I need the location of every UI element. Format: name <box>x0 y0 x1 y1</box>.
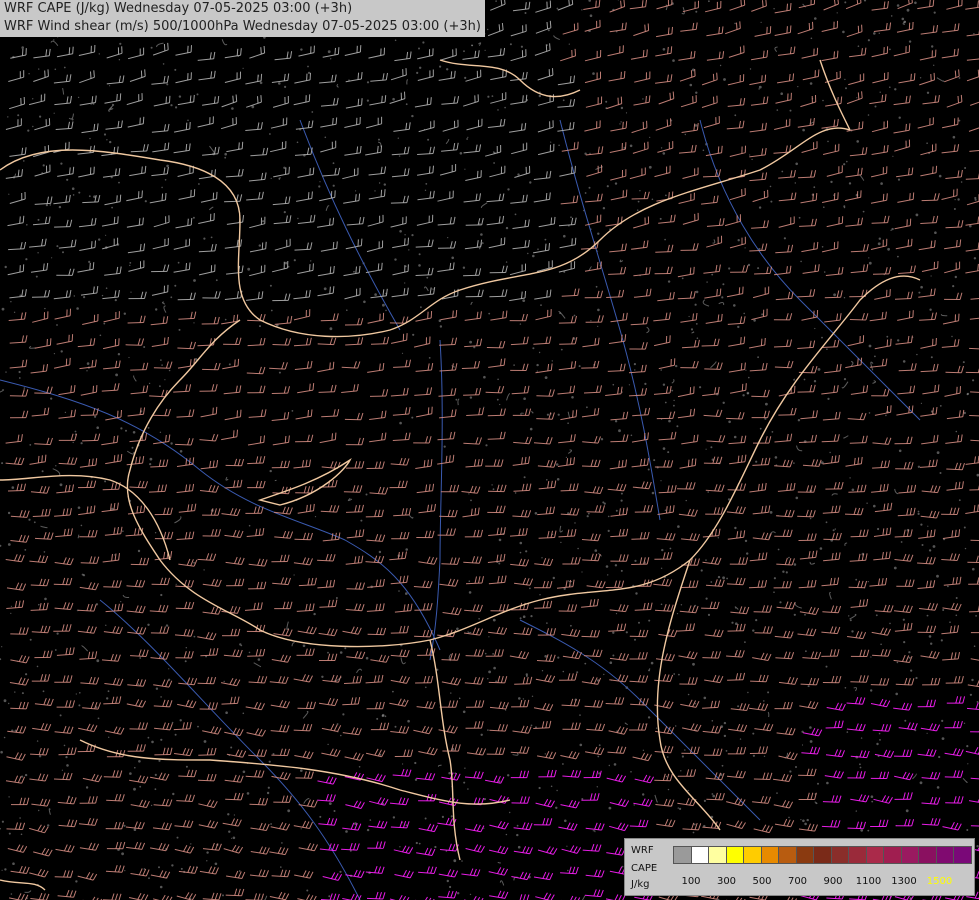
legend-swatch <box>935 846 954 864</box>
legend-swatch <box>760 846 779 864</box>
legend-tick-label: 1100 <box>855 876 882 887</box>
legend-swatch <box>865 846 884 864</box>
legend-swatch <box>900 846 919 864</box>
legend-swatch <box>813 846 832 864</box>
title-cape: WRF CAPE (J/kg) Wednesday 07-05-2025 03:… <box>4 1 353 16</box>
legend-label-wrf: WRF <box>631 845 654 856</box>
country-borders <box>0 59 921 891</box>
legend-tick-label: 1300 <box>891 876 917 887</box>
legend-label-cape: CAPE <box>631 863 658 874</box>
legend-swatch <box>953 846 972 864</box>
legend-swatch <box>795 846 814 864</box>
legend-tick-label: 1500 <box>926 876 953 887</box>
legend-swatch <box>848 846 867 864</box>
map-title-box: WRF CAPE (J/kg) Wednesday 07-05-2025 03:… <box>0 0 485 37</box>
legend-swatch <box>743 846 762 864</box>
legend-swatch <box>708 846 727 864</box>
legend-tick-label: 500 <box>752 876 772 887</box>
legend-swatch <box>673 846 692 864</box>
legend-tick-label: 300 <box>716 876 737 887</box>
legend-swatch <box>778 846 797 864</box>
legend-swatch <box>830 846 849 864</box>
cape-legend: WRF CAPE J/kg 100 300 500 700 900 1100 1300 150… <box>624 838 975 896</box>
legend-swatch <box>918 846 937 864</box>
title-wind-shear: WRF Wind shear (m/s) 500/1000hPa Wednesd… <box>4 19 481 34</box>
legend-tick-label: 900 <box>823 876 843 887</box>
legend-swatch <box>690 846 709 864</box>
legend-swatch <box>725 846 744 864</box>
legend-swatch <box>883 846 902 864</box>
legend-tick-label: 700 <box>787 876 808 887</box>
contour-stipple-layer <box>0 0 979 900</box>
legend-tick-label: 100 <box>681 876 701 887</box>
legend-unit: J/kg <box>631 879 650 890</box>
wind-barbs-layer <box>5 0 979 900</box>
river-lines <box>0 119 921 900</box>
cape-shear-map <box>0 0 979 900</box>
